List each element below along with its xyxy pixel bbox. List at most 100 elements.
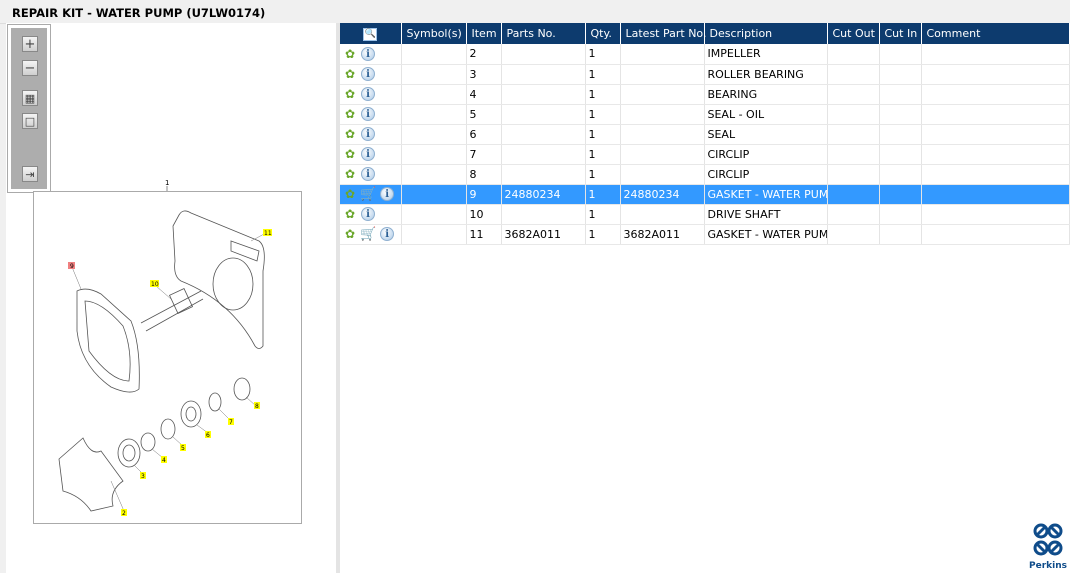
table-row[interactable]: ✿ i 3 1 ROLLER BEARING xyxy=(340,64,1070,85)
table-row[interactable]: ✿ i 8 1 CIRCLIP xyxy=(340,164,1070,185)
info-icon[interactable]: i xyxy=(361,87,375,101)
gear-icon[interactable]: ✿ xyxy=(343,147,357,161)
gear-icon[interactable]: ✿ xyxy=(343,107,357,121)
perkins-logo-text: Perkins xyxy=(1029,561,1067,571)
parts-table: 🔍 Symbol(s) Item Parts No. Qty. Latest P… xyxy=(340,23,1070,245)
comment-cell xyxy=(921,224,1070,245)
column-header-comment[interactable]: Comment xyxy=(921,23,1070,44)
svg-text:2: 2 xyxy=(122,510,126,517)
gear-icon[interactable]: ✿ xyxy=(343,207,357,221)
svg-text:11: 11 xyxy=(264,230,272,237)
parts-no-cell xyxy=(501,44,586,65)
gear-icon[interactable]: ✿ xyxy=(343,227,357,241)
info-icon[interactable]: i xyxy=(361,147,375,161)
cart-icon[interactable]: 🛒 xyxy=(360,187,376,202)
symbols-cell xyxy=(401,104,467,125)
search-view-icon[interactable]: 🔍 xyxy=(363,28,378,41)
gear-icon[interactable]: ✿ xyxy=(343,167,357,181)
perkins-logo: Perkins xyxy=(1026,522,1070,572)
cut-out-cell xyxy=(827,184,880,205)
table-row[interactable]: ✿ i 2 1 IMPELLER xyxy=(340,44,1070,65)
callout-10[interactable]: 10 xyxy=(150,280,159,288)
info-icon[interactable]: i xyxy=(361,207,375,221)
gear-icon[interactable]: ✿ xyxy=(343,47,357,61)
table-row[interactable]: ✿ i 10 1 DRIVE SHAFT xyxy=(340,204,1070,225)
svg-text:10: 10 xyxy=(151,281,159,288)
cut-out-cell xyxy=(827,64,880,85)
row-actions: ✿ i xyxy=(340,44,402,65)
svg-text:6: 6 xyxy=(206,432,210,439)
parts-no-cell xyxy=(501,104,586,125)
column-header-cut-in[interactable]: Cut In xyxy=(879,23,922,44)
column-header-qty[interactable]: Qty. xyxy=(585,23,621,44)
description-cell: CIRCLIP xyxy=(704,164,828,185)
cut-in-cell xyxy=(879,184,922,205)
row-actions: ✿ i xyxy=(340,204,402,225)
info-icon[interactable]: i xyxy=(361,46,375,61)
description-cell: GASKET - WATER PUMP xyxy=(704,184,828,205)
item-cell: 11 xyxy=(466,224,502,245)
item-cell: 6 xyxy=(466,124,502,145)
column-header-description[interactable]: Description xyxy=(704,23,828,44)
table-row[interactable]: ✿ i 4 1 BEARING xyxy=(340,84,1070,105)
callout-2[interactable]: 2 xyxy=(121,509,127,517)
item-cell: 4 xyxy=(466,84,502,105)
table-row[interactable]: ✿ i 5 1 SEAL - OIL xyxy=(340,104,1070,125)
symbols-cell xyxy=(401,184,467,205)
comment-cell xyxy=(921,144,1070,165)
callout-5[interactable]: 5 xyxy=(180,444,186,452)
column-header-item[interactable]: Item xyxy=(466,23,502,44)
column-header-latest-part-no[interactable]: Latest Part No. xyxy=(620,23,706,44)
svg-text:5: 5 xyxy=(181,445,185,452)
qty-cell: 1 xyxy=(585,204,621,225)
qty-cell: 1 xyxy=(585,84,621,105)
info-icon[interactable]: i xyxy=(361,107,375,121)
table-row[interactable]: ✿ i 7 1 CIRCLIP xyxy=(340,144,1070,165)
gear-icon[interactable]: ✿ xyxy=(343,127,357,141)
parts-no-cell xyxy=(501,144,586,165)
column-header-symbols[interactable]: Symbol(s) xyxy=(401,23,467,44)
exploded-diagram[interactable]: 11 9 10 8 7 6 5 4 3 2 xyxy=(33,191,302,524)
gear-icon[interactable]: ✿ xyxy=(343,67,357,81)
qty-cell: 1 xyxy=(585,64,621,85)
column-header-actions[interactable]: 🔍 xyxy=(340,23,402,44)
column-header-parts-no[interactable]: Parts No. xyxy=(501,23,586,44)
table-row[interactable]: ✿ 🛒 i 9 24880234 1 24880234 GASKET - WATER… xyxy=(340,184,1070,205)
callout-3[interactable]: 3 xyxy=(140,472,146,480)
callout-9[interactable]: 9 xyxy=(68,262,75,270)
table-row[interactable]: ✿ i 6 1 SEAL xyxy=(340,124,1070,145)
table-row[interactable]: ✿ 🛒 i 11 3682A011 1 3682A011 GASKET - WATE… xyxy=(340,224,1070,245)
svg-text:8: 8 xyxy=(255,403,259,410)
column-header-cut-out[interactable]: Cut Out xyxy=(827,23,880,44)
row-actions: ✿ 🛒 i xyxy=(340,184,402,205)
perkins-emblem-icon xyxy=(1033,523,1063,556)
info-icon[interactable]: i xyxy=(380,187,395,201)
callout-6[interactable]: 6 xyxy=(205,431,211,439)
info-icon[interactable]: i xyxy=(361,127,375,141)
cut-in-cell xyxy=(879,224,922,245)
callout-11[interactable]: 11 xyxy=(263,229,272,237)
callout-7[interactable]: 7 xyxy=(228,418,234,426)
info-icon[interactable]: i xyxy=(361,67,375,81)
row-actions: ✿ i xyxy=(340,64,402,85)
description-cell: BEARING xyxy=(704,84,828,105)
qty-cell: 1 xyxy=(585,224,621,245)
svg-text:4: 4 xyxy=(162,457,166,464)
gear-icon[interactable]: ✿ xyxy=(343,187,357,201)
qty-cell: 1 xyxy=(585,104,621,125)
cut-out-cell xyxy=(827,144,880,165)
callout-8[interactable]: 8 xyxy=(254,402,260,410)
gear-icon[interactable]: ✿ xyxy=(343,87,357,101)
callout-4[interactable]: 4 xyxy=(161,456,167,464)
item-cell: 7 xyxy=(466,144,502,165)
latest-part-no-cell xyxy=(620,64,705,85)
info-icon[interactable]: i xyxy=(380,227,395,241)
cart-icon[interactable]: 🛒 xyxy=(360,227,376,242)
symbols-cell xyxy=(401,64,467,85)
description-cell: SEAL - OIL xyxy=(704,104,828,125)
info-icon[interactable]: i xyxy=(361,167,375,181)
comment-cell xyxy=(921,104,1070,125)
exploded-view-drawing: 11 9 10 8 7 6 5 4 3 2 xyxy=(58,210,272,517)
parts-no-cell xyxy=(501,84,586,105)
row-actions: ✿ i xyxy=(340,164,402,185)
